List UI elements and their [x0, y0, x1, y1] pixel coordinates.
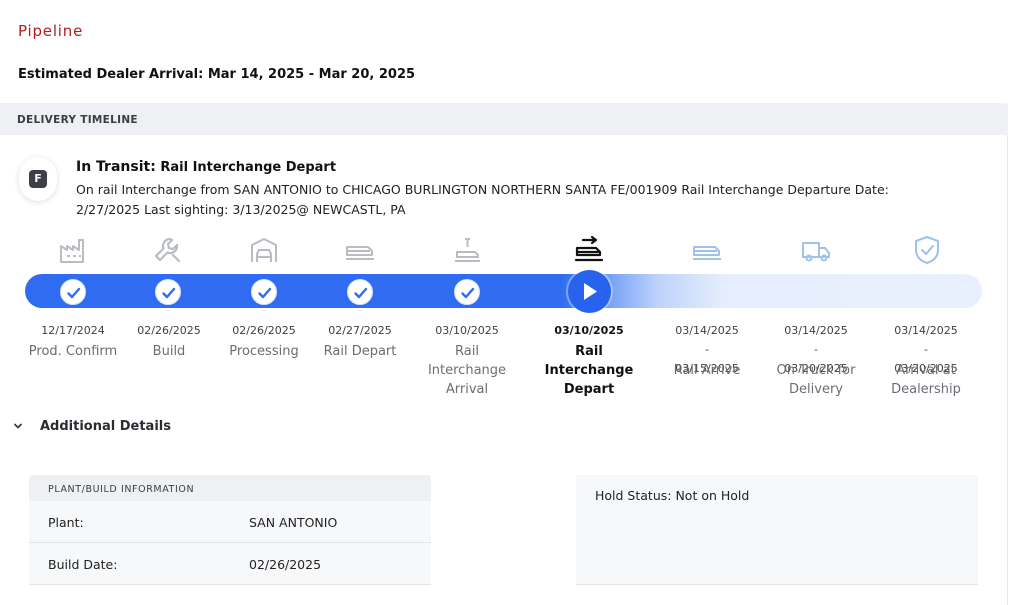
plant-build-card-title: PLANT/BUILD INFORMATION [48, 484, 195, 495]
step-complete-check-icon [155, 279, 181, 305]
step-date: 02/27/2025 [328, 324, 392, 337]
plant-row: Plant: SAN ANTONIO [29, 501, 431, 543]
truck-icon [802, 242, 830, 262]
step-date: 02/26/2025 [232, 324, 296, 337]
current-step-play-icon [568, 270, 611, 313]
step-date: 03/10/2025 [435, 324, 499, 337]
additional-details-toggle[interactable]: Additional Details [40, 419, 171, 434]
step-label: Rail Arrive [673, 363, 741, 378]
step-label: Arrival at Dealership [891, 363, 961, 397]
wrench-icon [154, 237, 181, 263]
estimated-arrival: Estimated Dealer Arrival: Mar 14, 2025 -… [18, 67, 416, 82]
step-label: Prod. Confirm [28, 344, 118, 359]
step-complete-check-icon [454, 279, 480, 305]
train-icon [346, 246, 374, 260]
rail-depart-icon [574, 235, 604, 262]
step-date: 12/17/2024 [41, 324, 105, 337]
plant-value: SAN ANTONIO [249, 515, 338, 530]
status-badge-letter: F [29, 170, 47, 188]
step-complete-check-icon [347, 279, 373, 305]
rail-arrival-icon [455, 238, 480, 262]
current-step-label: Rail Interchange Depart [544, 344, 634, 397]
step-label: Rail Depart [323, 344, 397, 359]
hold-status-text: Hold Status: Not on Hold [595, 488, 750, 503]
status-label: In Transit: [76, 159, 156, 175]
delivery-timeline-header: DELIVERY TIMELINE [0, 103, 1008, 135]
plant-build-card-header: PLANT/BUILD INFORMATION [29, 475, 431, 501]
step-label: On Truck for Delivery [776, 363, 856, 397]
build-date-row: Build Date: 02/26/2025 [29, 543, 431, 585]
status-value: Rail Interchange Depart [160, 160, 337, 175]
delivery-timeline-title: DELIVERY TIMELINE [17, 114, 138, 126]
status-description: On rail Interchange from SAN ANTONIO to … [76, 182, 889, 217]
step-label: Processing [229, 344, 299, 359]
factory-icon [60, 239, 84, 263]
step-label: Rail Interchange Arrival [427, 344, 507, 397]
status-line: In Transit: Rail Interchange Depart [76, 159, 336, 175]
step-complete-check-icon [251, 279, 277, 305]
shield-check-icon [915, 236, 939, 264]
current-step-date: 03/10/2025 [554, 324, 624, 337]
hold-status-card: Hold Status: Not on Hold [576, 475, 978, 585]
build-date-value: 02/26/2025 [249, 557, 322, 572]
plant-label: Plant: [48, 515, 84, 530]
train-icon [693, 246, 721, 260]
build-date-label: Build Date: [48, 557, 118, 572]
status-badge: F [19, 157, 57, 201]
chevron-down-icon[interactable] [12, 420, 24, 432]
step-label: Build [152, 344, 186, 359]
step-date: 02/26/2025 [137, 324, 201, 337]
step-complete-check-icon [60, 279, 86, 305]
page-title: Pipeline [18, 22, 84, 40]
car-garage-icon [251, 238, 277, 262]
plant-build-card: PLANT/BUILD INFORMATION Plant: SAN ANTON… [29, 475, 431, 585]
